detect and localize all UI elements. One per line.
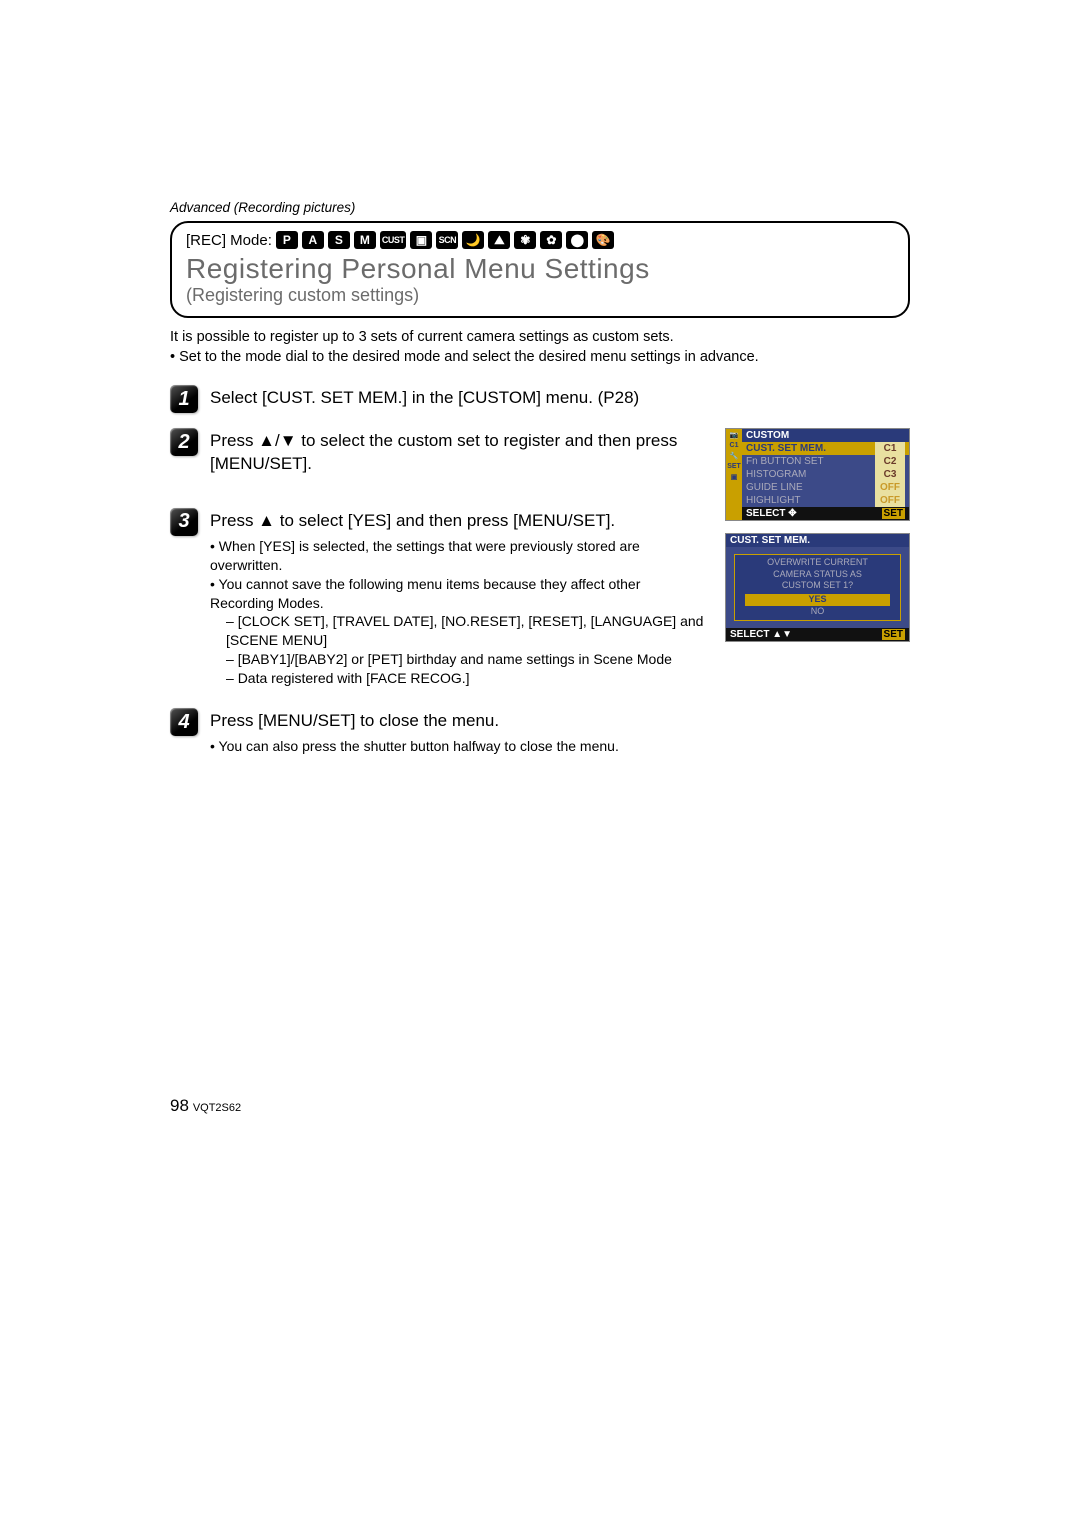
- page-footer: 98 VQT2S62: [170, 1096, 910, 1116]
- ss1-row-label: CUST. SET MEM.: [746, 442, 826, 455]
- ss2-no-option: NO: [745, 606, 890, 618]
- ss1-row-highlight: HIGHLIGHT OFF: [742, 494, 909, 507]
- step-4-notes: You can also press the shutter button ha…: [210, 737, 910, 756]
- intro-line-1: It is possible to register up to 3 sets …: [170, 329, 674, 345]
- step-3-note-1: When [YES] is selected, the settings tha…: [210, 537, 705, 575]
- sidebar-icon: C1: [730, 442, 739, 449]
- mode-badge-macro2: ✿: [540, 231, 562, 249]
- mode-badge-video: ▣: [410, 231, 432, 249]
- mode-badge-color: 🎨: [592, 231, 614, 249]
- ss1-row-label: HISTOGRAM: [746, 468, 806, 481]
- step-number-icon: 4: [170, 708, 198, 736]
- section-header: Advanced (Recording pictures): [170, 200, 910, 215]
- step-body: Select [CUST. SET MEM.] in the [CUSTOM] …: [210, 385, 910, 414]
- intro-text: It is possible to register up to 3 sets …: [170, 328, 910, 367]
- ss1-row-label: HIGHLIGHT: [746, 494, 800, 507]
- step-4-title: Press [MENU/SET] to close the menu.: [210, 710, 910, 733]
- ss1-row-fnbutton: Fn BUTTON SET C2: [742, 455, 909, 468]
- mode-badge-dot: ⬤: [566, 231, 588, 249]
- ss2-footer-select: SELECT ▲▼: [730, 629, 792, 640]
- page-title: Registering Personal Menu Settings: [186, 253, 894, 285]
- mode-badge-landscape: ⛰: [488, 231, 510, 249]
- step-2: 2 Press ▲/▼ to select the custom set to …: [170, 428, 705, 480]
- step-4-note-1: You can also press the shutter button ha…: [210, 737, 910, 756]
- camera-screenshots: 📷 C1 🔧 SET ▣ CUSTOM CUST. SET MEM. C1: [725, 428, 910, 702]
- step-1: 1 Select [CUST. SET MEM.] in the [CUSTOM…: [170, 385, 910, 414]
- step-2-title: Press ▲/▼ to select the custom set to re…: [210, 430, 705, 476]
- sidebar-icon: SET: [727, 463, 741, 470]
- step-4: 4 Press [MENU/SET] to close the menu. Yo…: [170, 708, 910, 756]
- ss1-row-val: C2: [875, 455, 905, 468]
- ss2-dialog: OVERWRITE CURRENT CAMERA STATUS AS CUSTO…: [734, 554, 901, 620]
- ss1-row-label: Fn BUTTON SET: [746, 455, 824, 468]
- ss1-row-custsetmem: CUST. SET MEM. C1: [742, 442, 909, 455]
- ss1-footer-set: SET: [882, 508, 905, 519]
- ss2-yes-option: YES: [745, 594, 890, 606]
- ss1-row-val: OFF: [875, 494, 905, 507]
- sidebar-icon: 🔧: [730, 452, 739, 460]
- step-3-sub-2: [BABY1]/[BABY2] or [PET] birthday and na…: [210, 650, 705, 669]
- rec-mode-row: [REC] Mode: P A S M CUST ▣ SCN 🌙 ⛰ ✾ ✿ ⬤…: [186, 231, 894, 249]
- step-3-notes: When [YES] is selected, the settings tha…: [210, 537, 705, 688]
- page-subtitle: (Registering custom settings): [186, 285, 894, 306]
- ss1-row-val: C3: [875, 468, 905, 481]
- step-number-icon: 3: [170, 508, 198, 536]
- ss1-row-histogram: HISTOGRAM C3: [742, 468, 909, 481]
- ss1-footer: SELECT ✥ SET: [742, 507, 909, 520]
- page-number: 98: [170, 1096, 189, 1115]
- title-box: [REC] Mode: P A S M CUST ▣ SCN 🌙 ⛰ ✾ ✿ ⬤…: [170, 221, 910, 318]
- mode-badge-cust: CUST: [380, 231, 407, 249]
- step-1-title: Select [CUST. SET MEM.] in the [CUSTOM] …: [210, 387, 910, 410]
- step-number-icon: 2: [170, 428, 198, 456]
- ss1-row-guideline: GUIDE LINE OFF: [742, 481, 909, 494]
- sidebar-icon: 📷: [730, 431, 739, 439]
- step-3-sub-3: Data registered with [FACE RECOG.]: [210, 669, 705, 688]
- mode-badge-macro1: ✾: [514, 231, 536, 249]
- manual-page: Advanced (Recording pictures) [REC] Mode…: [0, 0, 1080, 1196]
- step-body: Press ▲ to select [YES] and then press […: [210, 508, 705, 688]
- ss1-sidebar: 📷 C1 🔧 SET ▣: [726, 429, 742, 520]
- ss1-row-label: GUIDE LINE: [746, 481, 803, 494]
- step-3-sub-1: [CLOCK SET], [TRAVEL DATE], [NO.RESET], …: [210, 612, 705, 650]
- mode-badge-night: 🌙: [462, 231, 484, 249]
- sidebar-icon: ▣: [731, 473, 738, 481]
- ss2-header: CUST. SET MEM.: [726, 534, 909, 547]
- step-3-title: Press ▲ to select [YES] and then press […: [210, 510, 705, 533]
- step-number-icon: 1: [170, 385, 198, 413]
- ss1-header: CUSTOM: [742, 429, 909, 442]
- step-body: Press ▲/▼ to select the custom set to re…: [210, 428, 705, 480]
- ss1-row-val: C1: [875, 442, 905, 455]
- step-3-note-2: You cannot save the following menu items…: [210, 575, 705, 613]
- mode-badge-m: M: [354, 231, 376, 249]
- mode-badge-a: A: [302, 231, 324, 249]
- step-3: 3 Press ▲ to select [YES] and then press…: [170, 508, 705, 688]
- step-body: Press [MENU/SET] to close the menu. You …: [210, 708, 910, 756]
- camera-screenshot-confirm-dialog: CUST. SET MEM. OVERWRITE CURRENT CAMERA …: [725, 533, 910, 641]
- mode-badge-p: P: [276, 231, 298, 249]
- mode-badge-s: S: [328, 231, 350, 249]
- ss2-dialog-line: OVERWRITE CURRENT: [735, 557, 900, 569]
- mode-badge-scn: SCN: [436, 231, 458, 249]
- ss1-row-val: OFF: [875, 481, 905, 494]
- doc-id: VQT2S62: [193, 1102, 241, 1114]
- rec-mode-label: [REC] Mode:: [186, 232, 272, 249]
- ss2-footer: SELECT ▲▼ SET: [726, 628, 909, 641]
- ss1-footer-select: SELECT ✥: [746, 508, 797, 519]
- intro-line-2: Set to the mode dial to the desired mode…: [179, 349, 759, 365]
- ss2-dialog-line: CAMERA STATUS AS: [735, 569, 900, 581]
- ss2-footer-set: SET: [882, 629, 905, 640]
- ss2-dialog-line: CUSTOM SET 1?: [735, 580, 900, 592]
- camera-screenshot-custom-menu: 📷 C1 🔧 SET ▣ CUSTOM CUST. SET MEM. C1: [725, 428, 910, 521]
